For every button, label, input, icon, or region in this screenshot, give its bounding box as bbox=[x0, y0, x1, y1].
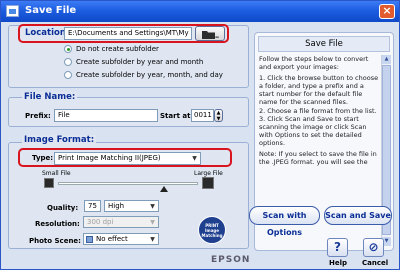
help-paragraph: Follow the steps below to convert and ex… bbox=[259, 55, 369, 72]
location-path-field[interactable]: E:\Documents and Settings\MT\My Doc bbox=[64, 27, 192, 40]
quality-field[interactable]: 75 bbox=[84, 200, 101, 212]
radio-subfolder-year-month[interactable] bbox=[64, 58, 72, 66]
quality-label: Quality: bbox=[47, 204, 79, 212]
type-label: Type: bbox=[32, 154, 54, 162]
scan-with-options-button[interactable]: Scan with Options bbox=[249, 206, 320, 237]
prefix-label: Prefix: bbox=[25, 112, 51, 120]
chevron-down-icon: ▼ bbox=[150, 219, 155, 226]
resolution-value: 300 dpi bbox=[87, 218, 114, 226]
browse-button[interactable] bbox=[195, 26, 225, 41]
start-at-label: Start at: bbox=[160, 112, 194, 120]
photo-scene-value: No effect bbox=[96, 235, 128, 243]
radio-subfolder-year-month-label: Create subfolder by year and month bbox=[76, 58, 204, 66]
small-file-icon bbox=[44, 178, 54, 188]
resolution-label: Resolution: bbox=[35, 220, 80, 228]
photo-scene-select[interactable]: No effect ▼ bbox=[83, 233, 159, 245]
prefix-field[interactable]: File bbox=[54, 109, 158, 122]
quality-preset-select[interactable]: High ▼ bbox=[104, 200, 159, 212]
help-paragraph: 1. Click the browse button to choose a f… bbox=[259, 74, 379, 147]
file-name-title: File Name: bbox=[22, 92, 78, 102]
brand-logo: EPSON bbox=[211, 255, 251, 265]
close-window-button[interactable]: × bbox=[379, 4, 395, 19]
help-button[interactable]: ? bbox=[327, 238, 348, 257]
radio-no-subfolder[interactable] bbox=[64, 45, 72, 53]
small-file-label: Small File bbox=[42, 170, 71, 177]
photo-scene-label: Photo Scene: bbox=[29, 237, 81, 245]
save-file-window: Save File × Location: E:\Documents and S… bbox=[0, 0, 400, 270]
photo-scene-icon bbox=[86, 236, 93, 243]
resolution-select[interactable]: 300 dpi ▼ bbox=[83, 216, 159, 228]
chevron-down-icon: ▼ bbox=[192, 155, 197, 162]
start-at-field[interactable]: 0011 bbox=[191, 109, 214, 122]
help-panel-heading: Save File bbox=[258, 36, 390, 52]
large-file-label: Large File bbox=[194, 170, 223, 177]
large-file-icon bbox=[202, 177, 214, 189]
image-format-title: Image Format: bbox=[22, 135, 97, 145]
cancel-button[interactable]: ⊘ bbox=[363, 238, 384, 257]
file-size-slider-track bbox=[58, 182, 198, 185]
folder-icon bbox=[202, 31, 219, 39]
radio-subfolder-year-month-day-label: Create subfolder by year, month, and day bbox=[76, 71, 223, 79]
print-image-matching-badge: PRINT Image Matching bbox=[198, 216, 226, 244]
start-at-spinner[interactable]: ▲ ▼ bbox=[214, 109, 223, 122]
pim-line3: Matching bbox=[201, 233, 223, 238]
title-bar[interactable]: Save File × bbox=[1, 1, 399, 22]
quality-preset-value: High bbox=[108, 202, 125, 210]
type-select-value: Print Image Matching II(JPEG) bbox=[58, 154, 161, 162]
app-icon bbox=[6, 5, 19, 17]
help-label: Help bbox=[329, 259, 348, 267]
chevron-down-icon: ▼ bbox=[150, 203, 155, 210]
scroll-up-icon[interactable]: ▲ bbox=[382, 55, 391, 64]
radio-subfolder-year-month-day[interactable] bbox=[64, 71, 72, 79]
scan-and-save-button[interactable]: Scan and Save bbox=[324, 206, 392, 225]
radio-no-subfolder-label: Do not create subfolder bbox=[76, 45, 159, 53]
file-size-slider-thumb[interactable] bbox=[160, 186, 168, 192]
type-select[interactable]: Print Image Matching II(JPEG) ▼ bbox=[54, 152, 201, 165]
chevron-down-icon: ▼ bbox=[150, 236, 155, 243]
cancel-label: Cancel bbox=[362, 259, 389, 267]
window-title: Save File bbox=[25, 5, 77, 16]
help-paragraph: Note: If you select to save the file in … bbox=[259, 150, 377, 167]
